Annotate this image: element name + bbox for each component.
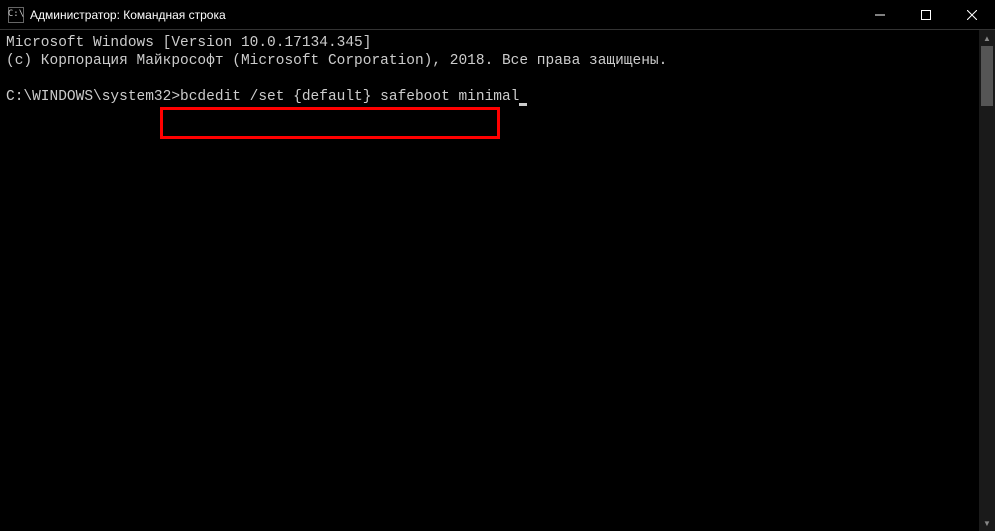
vertical-scrollbar[interactable]: ▲ ▼ (979, 30, 995, 531)
terminal-output[interactable]: Microsoft Windows [Version 10.0.17134.34… (0, 30, 979, 531)
titlebar[interactable]: C:\ Администратор: Командная строка (0, 0, 995, 30)
minimize-button[interactable] (857, 0, 903, 30)
scroll-track[interactable] (979, 46, 995, 515)
cmd-icon: C:\ (8, 7, 24, 23)
window-title: Администратор: Командная строка (30, 8, 226, 22)
content-area: Microsoft Windows [Version 10.0.17134.34… (0, 30, 995, 531)
prompt: C:\WINDOWS\system32> (6, 89, 180, 105)
command-prompt-window: C:\ Администратор: Командная строка Micr… (0, 0, 995, 531)
scroll-thumb[interactable] (981, 46, 993, 106)
scroll-down-icon[interactable]: ▼ (979, 515, 995, 531)
command-input[interactable]: bcdedit /set {default} safeboot minimal (180, 89, 519, 105)
output-line: Microsoft Windows [Version 10.0.17134.34… (6, 35, 371, 51)
title-left: C:\ Администратор: Командная строка (0, 7, 226, 23)
prompt-line: C:\WINDOWS\system32>bcdedit /set {defaul… (6, 88, 527, 106)
cursor-icon (519, 103, 527, 106)
close-button[interactable] (949, 0, 995, 30)
output-line: (c) Корпорация Майкрософт (Microsoft Cor… (6, 53, 667, 69)
maximize-button[interactable] (903, 0, 949, 30)
scroll-up-icon[interactable]: ▲ (979, 30, 995, 46)
window-controls (857, 0, 995, 29)
